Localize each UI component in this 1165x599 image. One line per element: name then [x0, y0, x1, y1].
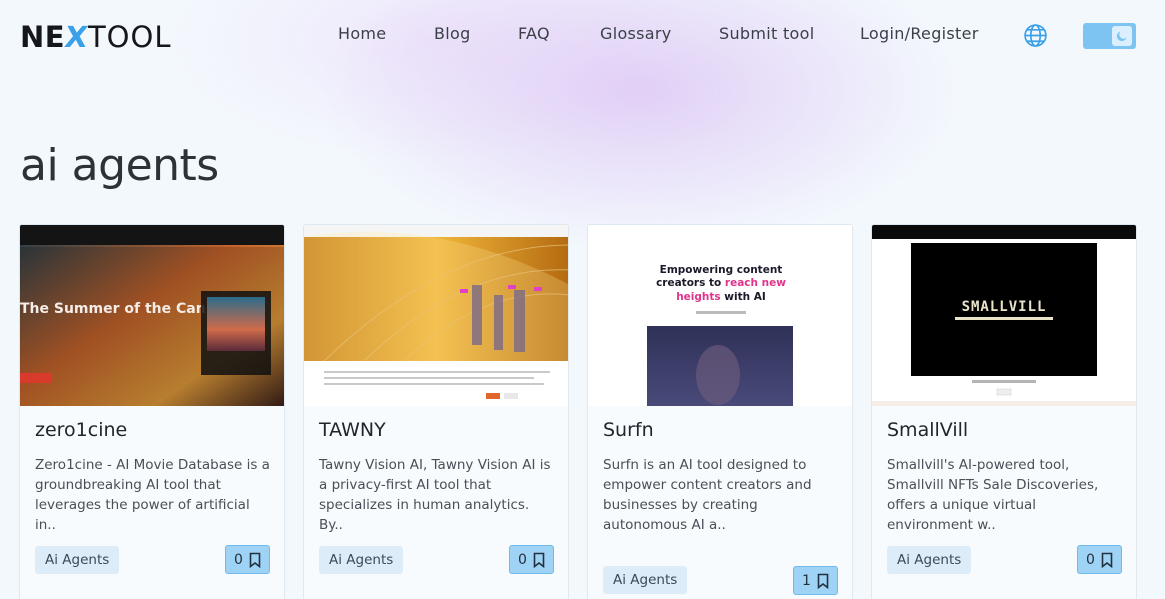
- tool-card-grid: The Summer of the Can zero1cine Zero1cin…: [0, 224, 1165, 599]
- bookmark-button[interactable]: 1: [793, 566, 838, 595]
- thumb-headline: The Summer of the Can: [20, 301, 206, 317]
- tool-title[interactable]: SmallVill: [887, 419, 968, 441]
- logo-text-x: X: [62, 20, 91, 54]
- thumb-headline: Empowering content: [660, 264, 783, 276]
- bookmark-count: 0: [234, 551, 243, 568]
- logo-text-ne: NE: [20, 20, 66, 54]
- bookmark-count: 1: [802, 572, 811, 589]
- theme-toggle[interactable]: [1083, 23, 1136, 49]
- bookmark-button[interactable]: 0: [1077, 545, 1122, 574]
- tool-card-zero1cine[interactable]: The Summer of the Can zero1cine Zero1cin…: [19, 224, 285, 599]
- tool-thumbnail: The Summer of the Can: [20, 225, 284, 406]
- tool-description: Smallvill's AI-powered tool, Smallvill N…: [887, 457, 1099, 533]
- nav-glossary[interactable]: Glossary: [600, 24, 672, 43]
- nav-blog[interactable]: Blog: [434, 24, 471, 43]
- nextool-logo[interactable]: NE X TOOL: [20, 20, 171, 54]
- category-tag[interactable]: Ai Agents: [603, 566, 688, 594]
- tool-thumbnail: [304, 225, 568, 406]
- tool-title[interactable]: Surfn: [603, 419, 654, 441]
- tool-card-tawny[interactable]: TAWNY Tawny Vision AI, Tawny Vision AI i…: [303, 224, 569, 599]
- tool-thumbnail: Empowering content creators to reach new…: [588, 225, 852, 406]
- site-header: NE X TOOL Home Blog FAQ Glossary Submit to…: [0, 0, 1165, 70]
- category-tag[interactable]: Ai Agents: [35, 546, 120, 574]
- nav-home[interactable]: Home: [338, 24, 386, 43]
- category-tag[interactable]: Ai Agents: [887, 546, 972, 574]
- nav-login-register[interactable]: Login/Register: [860, 24, 979, 43]
- bookmark-icon: [249, 552, 261, 568]
- category-tag[interactable]: Ai Agents: [319, 546, 404, 574]
- bookmark-icon: [533, 552, 545, 568]
- tool-card-surfn[interactable]: Empowering content creators to reach new…: [587, 224, 853, 599]
- bookmark-icon: [817, 573, 829, 589]
- thumb-headline: SMALLVILL: [962, 299, 1047, 315]
- thumb-headline-3: heights with AI: [676, 291, 766, 303]
- bookmark-button[interactable]: 0: [225, 545, 270, 574]
- tool-description: Zero1cine - AI Movie Database is a groun…: [35, 457, 270, 533]
- bookmark-button[interactable]: 0: [509, 545, 554, 574]
- page-title: ai agents: [20, 140, 219, 191]
- bookmark-icon: [1101, 552, 1113, 568]
- bookmark-count: 0: [518, 551, 527, 568]
- thumb-headline-2: creators to reach new: [656, 277, 786, 289]
- bookmark-count: 0: [1086, 551, 1095, 568]
- nav-faq[interactable]: FAQ: [518, 24, 550, 43]
- tool-description: Surfn is an AI tool designed to empower …: [603, 457, 812, 533]
- tool-thumbnail: SMALLVILL: [872, 225, 1136, 406]
- tool-title[interactable]: zero1cine: [35, 419, 127, 441]
- moon-icon: [1112, 26, 1132, 46]
- tool-description: Tawny Vision AI, Tawny Vision AI is a pr…: [319, 457, 551, 533]
- nav-submit-tool[interactable]: Submit tool: [719, 24, 814, 43]
- tool-card-smallvill[interactable]: SMALLVILL SmallVill Smallvill's AI-power…: [871, 224, 1137, 599]
- globe-icon[interactable]: [1023, 23, 1048, 48]
- logo-text-tool: TOOL: [87, 20, 172, 54]
- tool-title[interactable]: TAWNY: [319, 419, 386, 441]
